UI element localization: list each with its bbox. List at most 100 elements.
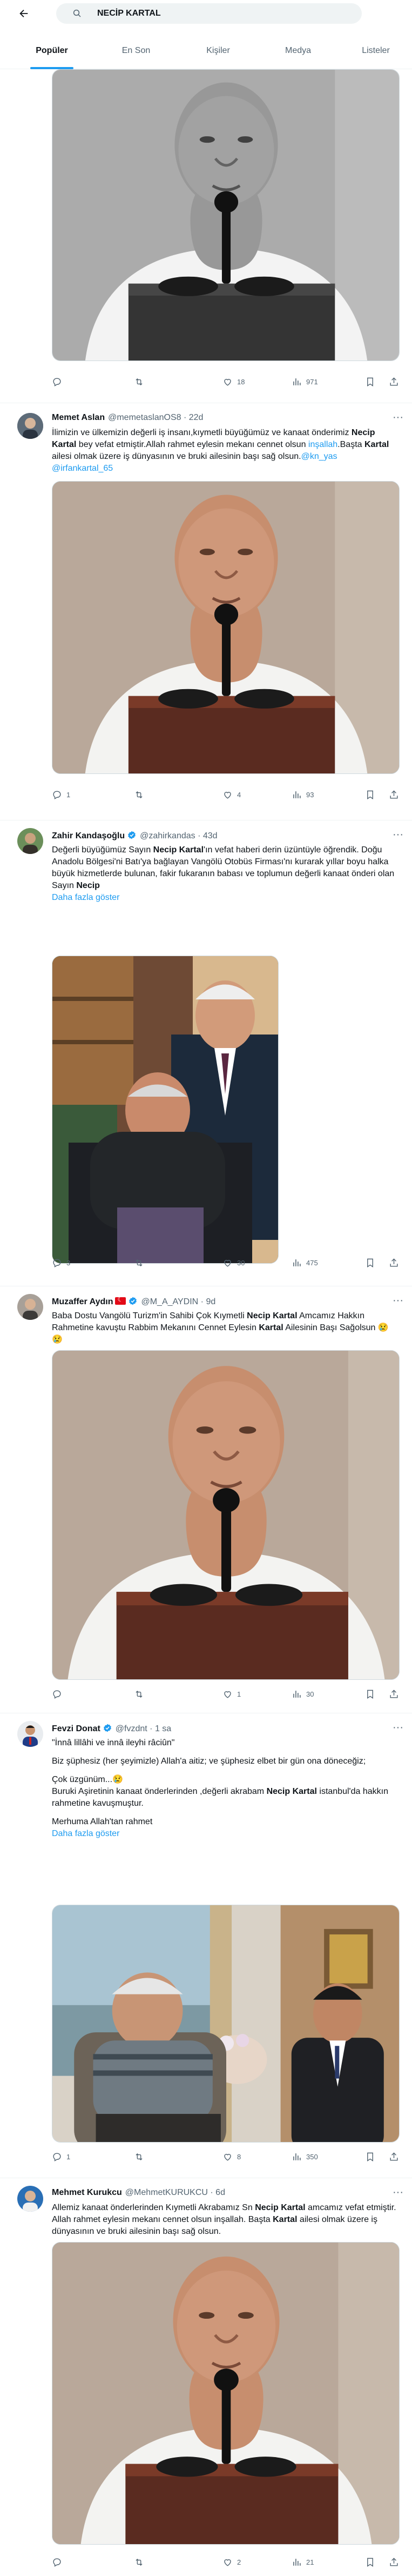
- like-count: 30: [237, 1258, 245, 1267]
- tweet-photo[interactable]: [52, 1350, 400, 1680]
- views-count: 21: [306, 2558, 314, 2566]
- like-button[interactable]: 30: [222, 1257, 245, 1268]
- more-options-icon[interactable]: ···: [393, 412, 403, 425]
- more-options-icon[interactable]: ···: [393, 829, 403, 842]
- tweet[interactable]: Memet Aslan @memetaslanOS8 · 22d ··· İlim…: [0, 403, 412, 820]
- author-name[interactable]: Memet Aslan: [52, 413, 105, 422]
- views-count: 93: [306, 790, 314, 799]
- views-button[interactable]: 21: [292, 2557, 314, 2567]
- share-icon: [389, 2557, 399, 2567]
- more-options-icon[interactable]: ···: [393, 1722, 403, 1735]
- search-tabs: Popüler En Son Kişiler Medya Listeler: [0, 32, 412, 69]
- retweet-button[interactable]: [134, 1689, 148, 1699]
- retweet-button[interactable]: [134, 789, 148, 800]
- tweet-photo[interactable]: [52, 481, 400, 774]
- like-button[interactable]: 8: [222, 2151, 241, 2162]
- reply-button[interactable]: [52, 376, 66, 387]
- like-button[interactable]: 4: [222, 789, 241, 800]
- like-button[interactable]: 18: [222, 376, 245, 387]
- tweet-actions: 3 30 475: [52, 1257, 400, 1268]
- avatar[interactable]: [17, 1294, 43, 1320]
- retweet-button[interactable]: [134, 376, 148, 387]
- tweet-photo[interactable]: [52, 956, 279, 1264]
- heart-icon: [222, 790, 233, 800]
- views-button[interactable]: 30: [292, 1689, 314, 1699]
- tweet[interactable]: Fevzi Donat @fvzdnt · 1 sa ··· "İnnâ lill…: [0, 1713, 412, 2178]
- author-handle[interactable]: @M_A_AYDIN · 9d: [141, 1297, 215, 1306]
- bookmark-button[interactable]: [365, 2151, 380, 2162]
- share-button[interactable]: [389, 1257, 403, 1268]
- reply-button[interactable]: [52, 2557, 66, 2567]
- views-icon: [292, 377, 302, 387]
- avatar[interactable]: [17, 413, 43, 439]
- tweet-header: Zahir Kandaşoğlu @zahirkandas · 43d: [52, 830, 218, 841]
- author-name[interactable]: Mehmet Kurukcu: [52, 2188, 122, 2197]
- retweet-icon: [134, 1689, 144, 1699]
- like-count: 18: [237, 377, 245, 386]
- bookmark-button[interactable]: [365, 2557, 380, 2567]
- retweet-button[interactable]: [134, 1257, 148, 1268]
- share-icon: [389, 377, 399, 387]
- author-handle[interactable]: @zahirkandas · 43d: [140, 831, 217, 840]
- views-button[interactable]: 350: [292, 2151, 318, 2162]
- share-button[interactable]: [389, 789, 403, 800]
- avatar[interactable]: [17, 828, 43, 854]
- verified-badge-icon: [128, 1296, 138, 1306]
- retweet-button[interactable]: [134, 2151, 148, 2162]
- like-button[interactable]: 2: [222, 2557, 241, 2567]
- author-name[interactable]: Fevzi Donat: [52, 1724, 100, 1733]
- retweet-button[interactable]: [134, 2557, 148, 2567]
- author-handle[interactable]: @MehmetKURUKCU · 6d: [125, 2188, 225, 2197]
- bookmark-button[interactable]: [365, 1257, 380, 1268]
- share-button[interactable]: [389, 2151, 403, 2162]
- share-icon: [389, 1689, 399, 1699]
- retweet-icon: [134, 790, 144, 800]
- tweet[interactable]: Zahir Kandaşoğlu @zahirkandas · 43d ··· D…: [0, 820, 412, 1286]
- reply-button[interactable]: [52, 1689, 66, 1699]
- views-button[interactable]: 971: [292, 376, 318, 387]
- tab-latest[interactable]: En Son: [106, 32, 166, 69]
- views-icon: [292, 790, 302, 800]
- bookmark-button[interactable]: [365, 376, 380, 387]
- tweet[interactable]: 18 971: [0, 69, 412, 403]
- tweet-actions: 18 971: [52, 376, 400, 387]
- like-count: 2: [237, 2558, 241, 2566]
- bookmark-button[interactable]: [365, 789, 380, 800]
- tweet-text: Baba Dostu Vangölü Turizm'in Sahibi Çok …: [52, 1311, 389, 1344]
- show-more-link[interactable]: Daha fazla göster: [52, 1828, 397, 1840]
- views-button[interactable]: 475: [292, 1257, 318, 1268]
- share-button[interactable]: [389, 376, 403, 387]
- tweet-photo[interactable]: [52, 2242, 400, 2545]
- more-options-icon[interactable]: ···: [393, 1295, 403, 1308]
- author-handle[interactable]: @fvzdnt · 1 sa: [116, 1724, 171, 1733]
- author-name[interactable]: Zahir Kandaşoğlu: [52, 831, 125, 840]
- back-arrow-icon[interactable]: [17, 8, 30, 21]
- views-button[interactable]: 93: [292, 789, 314, 800]
- tab-media[interactable]: Medya: [268, 32, 328, 69]
- tab-popular[interactable]: Popüler: [22, 32, 82, 69]
- reply-button[interactable]: 1: [52, 2151, 70, 2162]
- share-button[interactable]: [389, 1689, 403, 1699]
- like-button[interactable]: 1: [222, 1689, 241, 1699]
- bookmark-button[interactable]: [365, 1689, 380, 1699]
- reply-button[interactable]: 3: [52, 1257, 70, 1268]
- tweet-photo[interactable]: [52, 69, 400, 361]
- tweet[interactable]: Muzaffer Aydın @M_A_AYDIN · 9d ··· Baba D…: [0, 1286, 412, 1713]
- more-options-icon[interactable]: ···: [393, 2187, 403, 2200]
- tab-lists[interactable]: Listeler: [346, 32, 406, 69]
- tweet-text: İlimizin ve ülkemizin değerli iş insanı,…: [52, 428, 389, 473]
- tab-people[interactable]: Kişiler: [188, 32, 248, 69]
- avatar[interactable]: [17, 1721, 43, 1747]
- search-input[interactable]: NECİP KARTAL: [56, 3, 362, 24]
- avatar[interactable]: [17, 2186, 43, 2212]
- author-handle[interactable]: @memetaslanOS8 · 22d: [108, 413, 203, 422]
- author-name[interactable]: Muzaffer Aydın: [52, 1297, 113, 1306]
- show-more-link[interactable]: Daha fazla göster: [52, 893, 119, 902]
- tweet[interactable]: Mehmet Kurukcu @MehmetKURUKCU · 6d ··· Al…: [0, 2178, 412, 2576]
- bookmark-icon: [365, 790, 375, 800]
- share-button[interactable]: [389, 2557, 403, 2567]
- retweet-icon: [134, 2152, 144, 2162]
- reply-button[interactable]: 1: [52, 789, 70, 800]
- tweet-photo[interactable]: [52, 1905, 400, 2143]
- retweet-icon: [134, 377, 144, 387]
